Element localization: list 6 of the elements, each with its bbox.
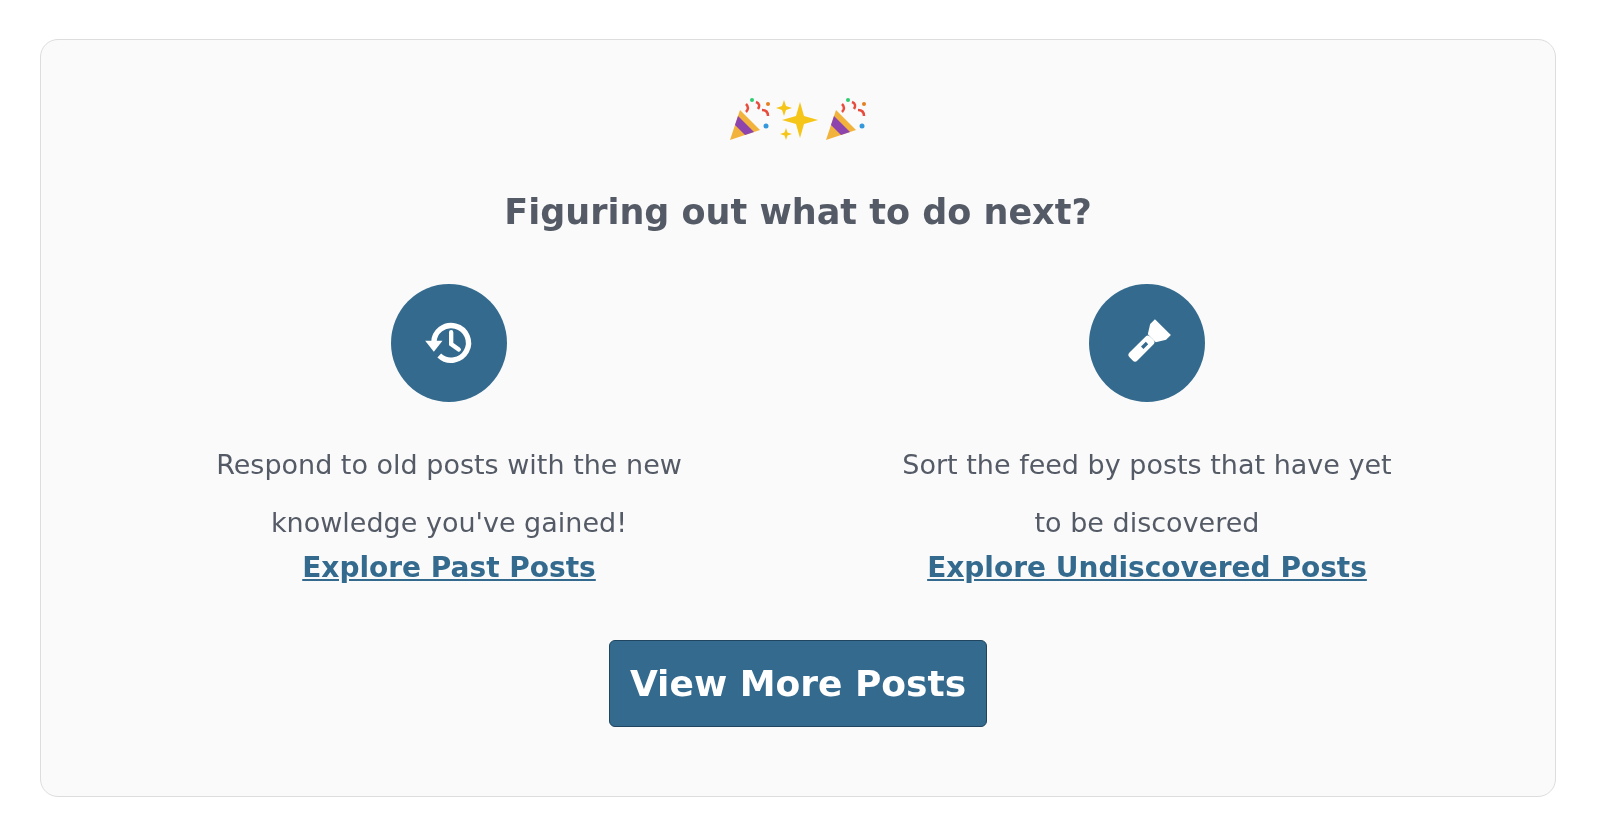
- description: Respond to old posts with the new knowledge you've gained!: [215, 448, 683, 540]
- heading: Figuring out what to do next?: [504, 191, 1092, 234]
- explore-link[interactable]: Explore Undiscovered Posts: [927, 548, 1367, 588]
- description: Sort the feed by posts that have yet to be discovered: [901, 448, 1393, 540]
- explore-link[interactable]: Explore Past Posts: [302, 548, 596, 588]
- view-more-button[interactable]: View More Posts: [608, 640, 988, 727]
